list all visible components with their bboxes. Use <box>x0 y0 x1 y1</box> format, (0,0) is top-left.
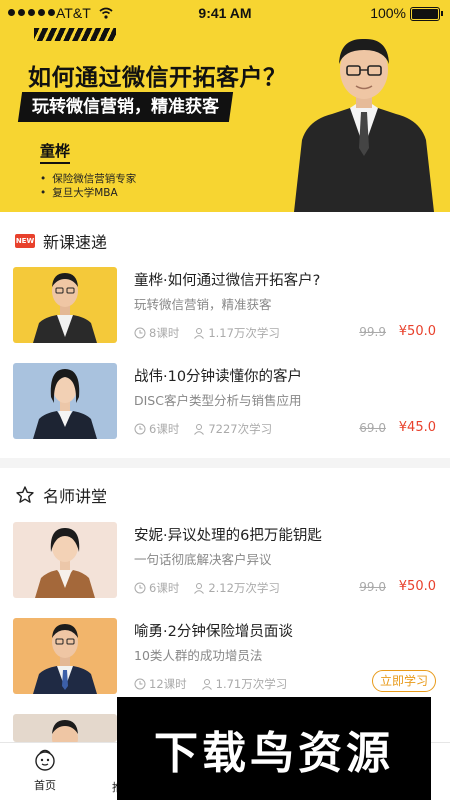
teacher-portrait <box>13 363 117 439</box>
learner-count: 1.17万次学习 <box>208 326 280 340</box>
new-badge-icon: NEW <box>15 234 35 248</box>
course-thumbnail <box>13 522 117 598</box>
home-mascot-icon <box>35 749 55 771</box>
clock-icon <box>134 582 146 594</box>
learner-count: 7227次学习 <box>208 422 273 436</box>
course-title: 童桦·如何通过微信开拓客户? <box>134 273 321 289</box>
watermark-text: 下载鸟资源 <box>154 727 394 779</box>
hero-tagline: 玩转微信营销，精准获客 <box>17 92 234 122</box>
hero-banner[interactable]: AT&T 9:41 AM 100% 如何通过微信开拓客户？ 玩转微信营销，精准获… <box>0 0 450 212</box>
course-title: 安妮·异议处理的6把万能钥匙 <box>134 528 322 544</box>
course-title: 喻勇·2分钟保险增员面谈 <box>134 624 293 640</box>
section-title: 新课速递 <box>43 233 108 252</box>
course-thumbnail <box>13 267 117 343</box>
app-screen: AT&T 9:41 AM 100% 如何通过微信开拓客户？ 玩转微信营销，精准获… <box>0 0 450 800</box>
hero-credential: 复旦大学MBA <box>40 186 136 200</box>
course-card[interactable]: 安妮·异议处理的6把万能钥匙 一句话彻底解决客户异议 6课时 2.12万次学习 … <box>0 522 450 618</box>
lesson-count: 6课时 <box>149 581 180 595</box>
hero-credentials: 保险微信营销专家 复旦大学MBA <box>40 172 136 200</box>
course-thumbnail <box>13 618 117 694</box>
section-divider <box>0 458 450 468</box>
teacher-portrait <box>13 522 117 598</box>
sale-price: ¥50.0 <box>398 324 436 339</box>
course-subtitle: 玩转微信营销，精准获客 <box>134 297 272 312</box>
course-meta: 8课时 1.17万次学习 <box>134 325 280 341</box>
hero-divider <box>40 162 70 164</box>
course-meta: 12课时 1.71万次学习 <box>134 676 287 692</box>
course-thumbnail <box>13 363 117 439</box>
original-price: 69.0 <box>359 421 386 435</box>
hero-teacher-name: 童桦 <box>40 142 71 160</box>
original-price: 99.0 <box>359 580 386 594</box>
person-icon <box>194 328 205 339</box>
tab-label: 首页 <box>34 779 56 792</box>
person-icon <box>194 583 205 594</box>
hero-credential: 保险微信营销专家 <box>40 172 136 186</box>
original-price: 99.9 <box>359 325 386 339</box>
teacher-portrait <box>13 267 117 343</box>
course-card[interactable]: 童桦·如何通过微信开拓客户? 玩转微信营销，精准获客 8课时 1.17万次学习 … <box>0 267 450 363</box>
watermark: 下载鸟资源 <box>117 697 431 800</box>
course-card[interactable]: 战伟·10分钟读懂你的客户 DISC客户类型分析与销售应用 6课时 7227次学… <box>0 363 450 459</box>
sale-price: ¥45.0 <box>398 420 436 435</box>
teacher-portrait <box>13 618 117 694</box>
section-header-masters: 名师讲堂 <box>15 483 107 507</box>
star-icon <box>16 486 34 503</box>
person-icon <box>201 679 212 690</box>
learner-count: 1.71万次学习 <box>215 677 288 691</box>
course-meta: 6课时 7227次学习 <box>134 421 272 437</box>
start-learning-button[interactable]: 立即学习 <box>371 670 436 692</box>
lesson-count: 6课时 <box>149 422 180 436</box>
clock-icon <box>134 423 146 435</box>
course-meta: 6课时 2.12万次学习 <box>134 580 280 596</box>
lesson-count: 8课时 <box>149 326 180 340</box>
course-subtitle: DISC客户类型分析与销售应用 <box>134 393 302 408</box>
sale-price: ¥50.0 <box>398 579 436 594</box>
battery-percent: 100% <box>370 5 406 21</box>
tab-home[interactable]: 首页 <box>22 749 68 793</box>
course-subtitle: 一句话彻底解决客户异议 <box>134 552 272 567</box>
hero-title: 如何通过微信开拓客户？ <box>28 65 287 91</box>
course-title: 战伟·10分钟读懂你的客户 <box>134 369 303 385</box>
course-subtitle: 10类人群的成功增员法 <box>134 648 263 663</box>
teacher-photo <box>294 38 434 212</box>
clock-icon <box>134 678 146 690</box>
lesson-count: 12课时 <box>149 677 187 691</box>
person-icon <box>194 424 205 435</box>
teacher-portrait <box>13 714 117 742</box>
section-header-new-courses: NEW 新课速递 <box>15 229 107 253</box>
course-thumbnail <box>13 714 117 742</box>
battery-icon <box>410 7 443 21</box>
section-title: 名师讲堂 <box>43 487 108 506</box>
status-bar: AT&T 9:41 AM 100% <box>0 0 450 28</box>
clock-icon <box>134 327 146 339</box>
learner-count: 2.12万次学习 <box>208 581 280 595</box>
decorative-stripes <box>34 28 116 41</box>
